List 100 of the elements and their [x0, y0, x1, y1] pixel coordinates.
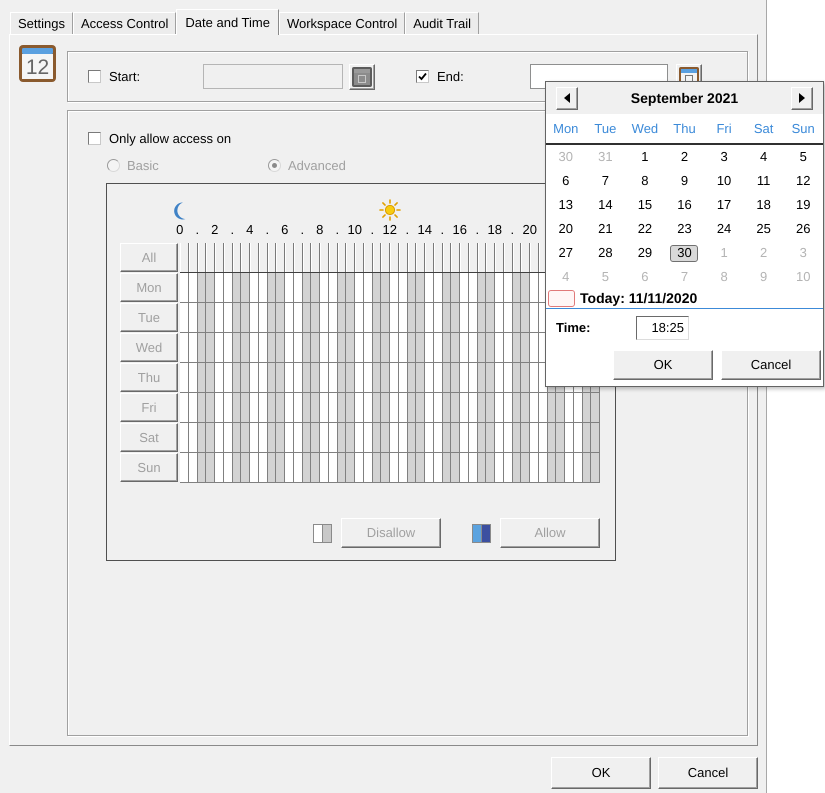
- time-slot-cell[interactable]: [250, 453, 259, 483]
- time-slot-cell[interactable]: [425, 363, 434, 393]
- time-slot-cell[interactable]: [285, 423, 294, 453]
- calendar-day[interactable]: 18: [750, 196, 778, 214]
- calendar-day[interactable]: 26: [789, 220, 818, 238]
- column-header-button[interactable]: [241, 243, 250, 272]
- time-slot-cell[interactable]: [381, 273, 390, 303]
- time-slot-cell[interactable]: [556, 393, 565, 423]
- calendar-day[interactable]: 7: [591, 172, 620, 190]
- time-slot-cell[interactable]: [451, 453, 460, 483]
- tab[interactable]: Date and Time: [176, 9, 279, 35]
- time-slot-cell[interactable]: [346, 303, 355, 333]
- column-header-button[interactable]: [495, 243, 504, 272]
- checkbox[interactable]: [88, 70, 101, 83]
- time-slot-cell[interactable]: [486, 273, 495, 303]
- time-slot-cell[interactable]: [530, 393, 539, 423]
- time-slot-cell[interactable]: [180, 393, 189, 423]
- time-slot-cell[interactable]: [320, 423, 329, 453]
- calendar-day[interactable]: 30: [670, 244, 698, 262]
- popup-button[interactable]: OK: [613, 350, 713, 380]
- time-slot-cell[interactable]: [565, 423, 574, 453]
- time-slot-cell[interactable]: [241, 453, 250, 483]
- time-slot-cell[interactable]: [521, 453, 530, 483]
- time-slot-cell[interactable]: [206, 393, 215, 423]
- time-slot-cell[interactable]: [355, 303, 364, 333]
- time-slot-cell[interactable]: [416, 363, 425, 393]
- time-slot-cell[interactable]: [530, 303, 539, 333]
- time-slot-cell[interactable]: [355, 453, 364, 483]
- time-slot-cell[interactable]: [521, 393, 530, 423]
- column-header-button[interactable]: [346, 243, 355, 272]
- time-slot-cell[interactable]: [381, 423, 390, 453]
- time-slot-cell[interactable]: [425, 393, 434, 423]
- time-slot-cell[interactable]: [285, 333, 294, 363]
- time-slot-cell[interactable]: [486, 453, 495, 483]
- time-slot-cell[interactable]: [495, 303, 504, 333]
- time-slot-cell[interactable]: [425, 333, 434, 363]
- time-slot-cell[interactable]: [241, 363, 250, 393]
- radio-button[interactable]: [107, 159, 120, 172]
- time-slot-cell[interactable]: [180, 363, 189, 393]
- calendar-button[interactable]: [349, 64, 375, 90]
- time-slot-cell[interactable]: [355, 393, 364, 423]
- time-slot-cell[interactable]: [320, 303, 329, 333]
- time-slot-cell[interactable]: [565, 453, 574, 483]
- time-slot-cell[interactable]: [346, 363, 355, 393]
- time-slot-cell[interactable]: [530, 453, 539, 483]
- calendar-day[interactable]: 23: [670, 220, 698, 238]
- column-header-button[interactable]: [180, 243, 189, 272]
- time-slot-cell[interactable]: [311, 303, 320, 333]
- time-slot-cell[interactable]: [390, 453, 399, 483]
- calendar-day[interactable]: 17: [710, 196, 738, 214]
- time-slot-cell[interactable]: [521, 273, 530, 303]
- tab[interactable]: Audit Trail: [405, 12, 480, 34]
- time-slot-cell[interactable]: [390, 363, 399, 393]
- time-slot-cell[interactable]: [206, 363, 215, 393]
- time-slot-cell[interactable]: [381, 333, 390, 363]
- dialog-button[interactable]: Cancel: [658, 757, 758, 789]
- calendar-day[interactable]: 3: [710, 148, 738, 166]
- time-slot-cell[interactable]: [451, 393, 460, 423]
- time-slot-cell[interactable]: [311, 453, 320, 483]
- column-header-button[interactable]: [390, 243, 399, 272]
- time-slot-cell[interactable]: [285, 453, 294, 483]
- time-slot-cell[interactable]: [486, 333, 495, 363]
- time-slot-cell[interactable]: [381, 453, 390, 483]
- time-slot-cell[interactable]: [451, 273, 460, 303]
- calendar-day[interactable]: 16: [670, 196, 698, 214]
- column-header-button[interactable]: [486, 243, 495, 272]
- time-slot-cell[interactable]: [206, 303, 215, 333]
- time-slot-cell[interactable]: [416, 303, 425, 333]
- time-slot-cell[interactable]: [241, 303, 250, 333]
- column-header-button[interactable]: [206, 243, 215, 272]
- time-slot-cell[interactable]: [320, 333, 329, 363]
- time-slot-cell[interactable]: [390, 393, 399, 423]
- checkbox[interactable]: [88, 132, 101, 145]
- time-slot-cell[interactable]: [451, 363, 460, 393]
- time-slot-cell[interactable]: [276, 303, 285, 333]
- time-slot-cell[interactable]: [285, 393, 294, 423]
- time-slot-cell[interactable]: [591, 453, 600, 483]
- time-slot-cell[interactable]: [215, 303, 224, 333]
- calendar-day[interactable]: 11: [750, 172, 778, 190]
- time-slot-cell[interactable]: [460, 363, 469, 393]
- calendar-day[interactable]: 10: [710, 172, 738, 190]
- time-slot-cell[interactable]: [180, 423, 189, 453]
- column-header-button[interactable]: [311, 243, 320, 272]
- calendar-day[interactable]: 2: [670, 148, 698, 166]
- calendar-day[interactable]: 20: [552, 220, 580, 238]
- time-slot-cell[interactable]: [495, 363, 504, 393]
- time-slot-cell[interactable]: [460, 423, 469, 453]
- time-slot-cell[interactable]: [451, 333, 460, 363]
- column-header-button[interactable]: [460, 243, 469, 272]
- calendar-day[interactable]: 19: [789, 196, 818, 214]
- time-slot-cell[interactable]: [486, 423, 495, 453]
- column-header-button[interactable]: [320, 243, 329, 272]
- time-slot-cell[interactable]: [381, 393, 390, 423]
- time-slot-cell[interactable]: [206, 453, 215, 483]
- time-slot-cell[interactable]: [416, 423, 425, 453]
- time-slot-cell[interactable]: [495, 453, 504, 483]
- time-slot-cell[interactable]: [276, 273, 285, 303]
- time-slot-cell[interactable]: [285, 303, 294, 333]
- checkbox[interactable]: [416, 70, 429, 83]
- calendar-day[interactable]: 6: [552, 172, 580, 190]
